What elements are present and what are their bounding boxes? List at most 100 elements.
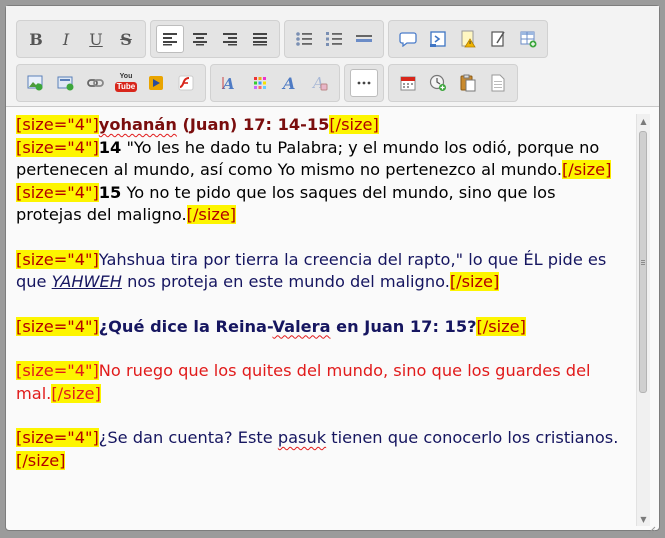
flash-button[interactable] — [172, 69, 200, 97]
table-add-icon — [519, 30, 537, 48]
document-icon — [489, 74, 507, 92]
editor-frame: B I U S You Tube A A A [size="4"]yohanán… — [5, 5, 660, 534]
bbcode-size-open-tag: [size="4"] — [16, 428, 99, 447]
paragraph-commentary: [size="4"]Yahshua tira por tierra la cre… — [16, 249, 607, 291]
editor-textarea[interactable]: [size="4"]yohanán (Juan) 17: 14-15[/size… — [16, 114, 626, 524]
font-face-icon: A — [281, 74, 299, 92]
scrollbar-thumb[interactable] — [639, 131, 647, 393]
scroll-up-arrow-icon[interactable]: ▲ — [637, 114, 650, 128]
source-button[interactable] — [484, 69, 512, 97]
bold-button[interactable]: B — [22, 25, 50, 53]
grip-icon — [641, 260, 645, 261]
table-button[interactable] — [514, 25, 542, 53]
toolbar-row-2: You Tube A A A — [16, 64, 518, 102]
bbcode-size-close-tag: [/size] — [476, 316, 526, 336]
bbcode-size-open-tag: [size="4"] — [16, 182, 99, 202]
video-icon — [147, 74, 165, 92]
bbcode-size-close-tag: [/size] — [186, 205, 237, 224]
remove-format-button[interactable]: A — [306, 69, 334, 97]
misc-group — [388, 64, 518, 102]
more-icon — [355, 74, 373, 92]
align-justify-button[interactable] — [246, 25, 274, 53]
bulleted-list-icon — [295, 30, 313, 48]
attachment-icon — [57, 74, 75, 92]
quote-button[interactable] — [394, 25, 422, 53]
image-icon — [27, 74, 45, 92]
horizontal-rule-icon — [355, 30, 373, 48]
align-center-button[interactable] — [186, 25, 214, 53]
note-icon — [489, 30, 507, 48]
bbcode-size-open-tag: [size="4"] — [16, 137, 99, 157]
more-button[interactable] — [350, 69, 378, 97]
text-style-group: B I U S — [16, 20, 146, 58]
misspelled-word: pasuk — [277, 428, 327, 447]
paragraph-title: [size="4"]yohanán (Juan) 17: 14-15[/size… — [16, 114, 626, 227]
editor-toolbar: B I U S You Tube A A A — [6, 6, 659, 107]
flash-icon — [177, 74, 195, 92]
align-justify-icon — [251, 30, 269, 48]
note-button[interactable] — [484, 25, 512, 53]
paragraph-closing: [size="4"]¿Se dan cuenta? Este pasuk tie… — [16, 428, 619, 470]
underline-button[interactable]: U — [82, 25, 110, 53]
remove-format-icon: A — [311, 74, 329, 92]
insert-group — [388, 20, 548, 58]
more-group — [344, 64, 384, 102]
bbcode-size-open-tag: [size="4"] — [16, 361, 99, 380]
title-reference-text: (Juan) 17: 14-15 — [182, 115, 330, 134]
svg-text:A: A — [281, 74, 295, 92]
spoiler-button[interactable] — [454, 25, 482, 53]
time-button[interactable] — [424, 69, 452, 97]
warning-note-icon — [459, 30, 477, 48]
align-right-button[interactable] — [216, 25, 244, 53]
bbcode-size-open-tag: [size="4"] — [16, 249, 99, 269]
bbcode-size-close-tag: [/size] — [561, 160, 612, 179]
title-name-text: yohanán — [98, 115, 177, 134]
align-center-icon — [191, 30, 209, 48]
media-group: You Tube — [16, 64, 206, 102]
font-group: A A A — [210, 64, 340, 102]
resize-handle-icon[interactable] — [648, 519, 656, 534]
italic-button[interactable]: I — [52, 25, 80, 53]
bbcode-size-open-tag: [size="4"] — [16, 115, 99, 134]
attachment-button[interactable] — [52, 69, 80, 97]
paste-button[interactable] — [454, 69, 482, 97]
lists-group — [284, 20, 384, 58]
link-button[interactable] — [82, 69, 110, 97]
align-left-icon — [161, 30, 179, 48]
paragraph-question: [size="4"]¿Qué dice la Reina-Valera en J… — [16, 316, 526, 336]
paste-icon — [459, 74, 477, 92]
bbcode-size-close-tag: [/size] — [329, 115, 379, 134]
numbered-list-icon — [325, 30, 343, 48]
code-icon — [429, 30, 447, 48]
vertical-scrollbar[interactable]: ▲ ▼ — [636, 114, 650, 526]
link-icon — [87, 74, 105, 92]
video-button[interactable] — [142, 69, 170, 97]
font-face-button[interactable]: A — [276, 69, 304, 97]
font-color-button[interactable] — [246, 69, 274, 97]
numbered-list-button[interactable] — [320, 25, 348, 53]
font-size-icon: A — [221, 74, 239, 92]
toolbar-row-1: B I U S — [16, 20, 548, 58]
calendar-icon — [399, 74, 417, 92]
speech-bubble-icon — [399, 30, 417, 48]
verse-number: 15 — [98, 182, 122, 202]
strikethrough-button[interactable]: S — [112, 25, 140, 53]
bulleted-list-button[interactable] — [290, 25, 318, 53]
date-button[interactable] — [394, 69, 422, 97]
paragraph-quote: [size="4"]No ruego que los quites del mu… — [16, 361, 591, 403]
align-right-icon — [221, 30, 239, 48]
align-left-button[interactable] — [156, 25, 184, 53]
youtube-icon: You Tube — [115, 73, 137, 92]
alignment-group — [150, 20, 280, 58]
code-button[interactable] — [424, 25, 452, 53]
bbcode-size-close-tag: [/size] — [16, 450, 66, 470]
font-size-button[interactable]: A — [216, 69, 244, 97]
youtube-button[interactable]: You Tube — [112, 69, 140, 97]
verse-number: 14 — [98, 137, 122, 157]
horizontal-rule-button[interactable] — [350, 25, 378, 53]
image-button[interactable] — [22, 69, 50, 97]
